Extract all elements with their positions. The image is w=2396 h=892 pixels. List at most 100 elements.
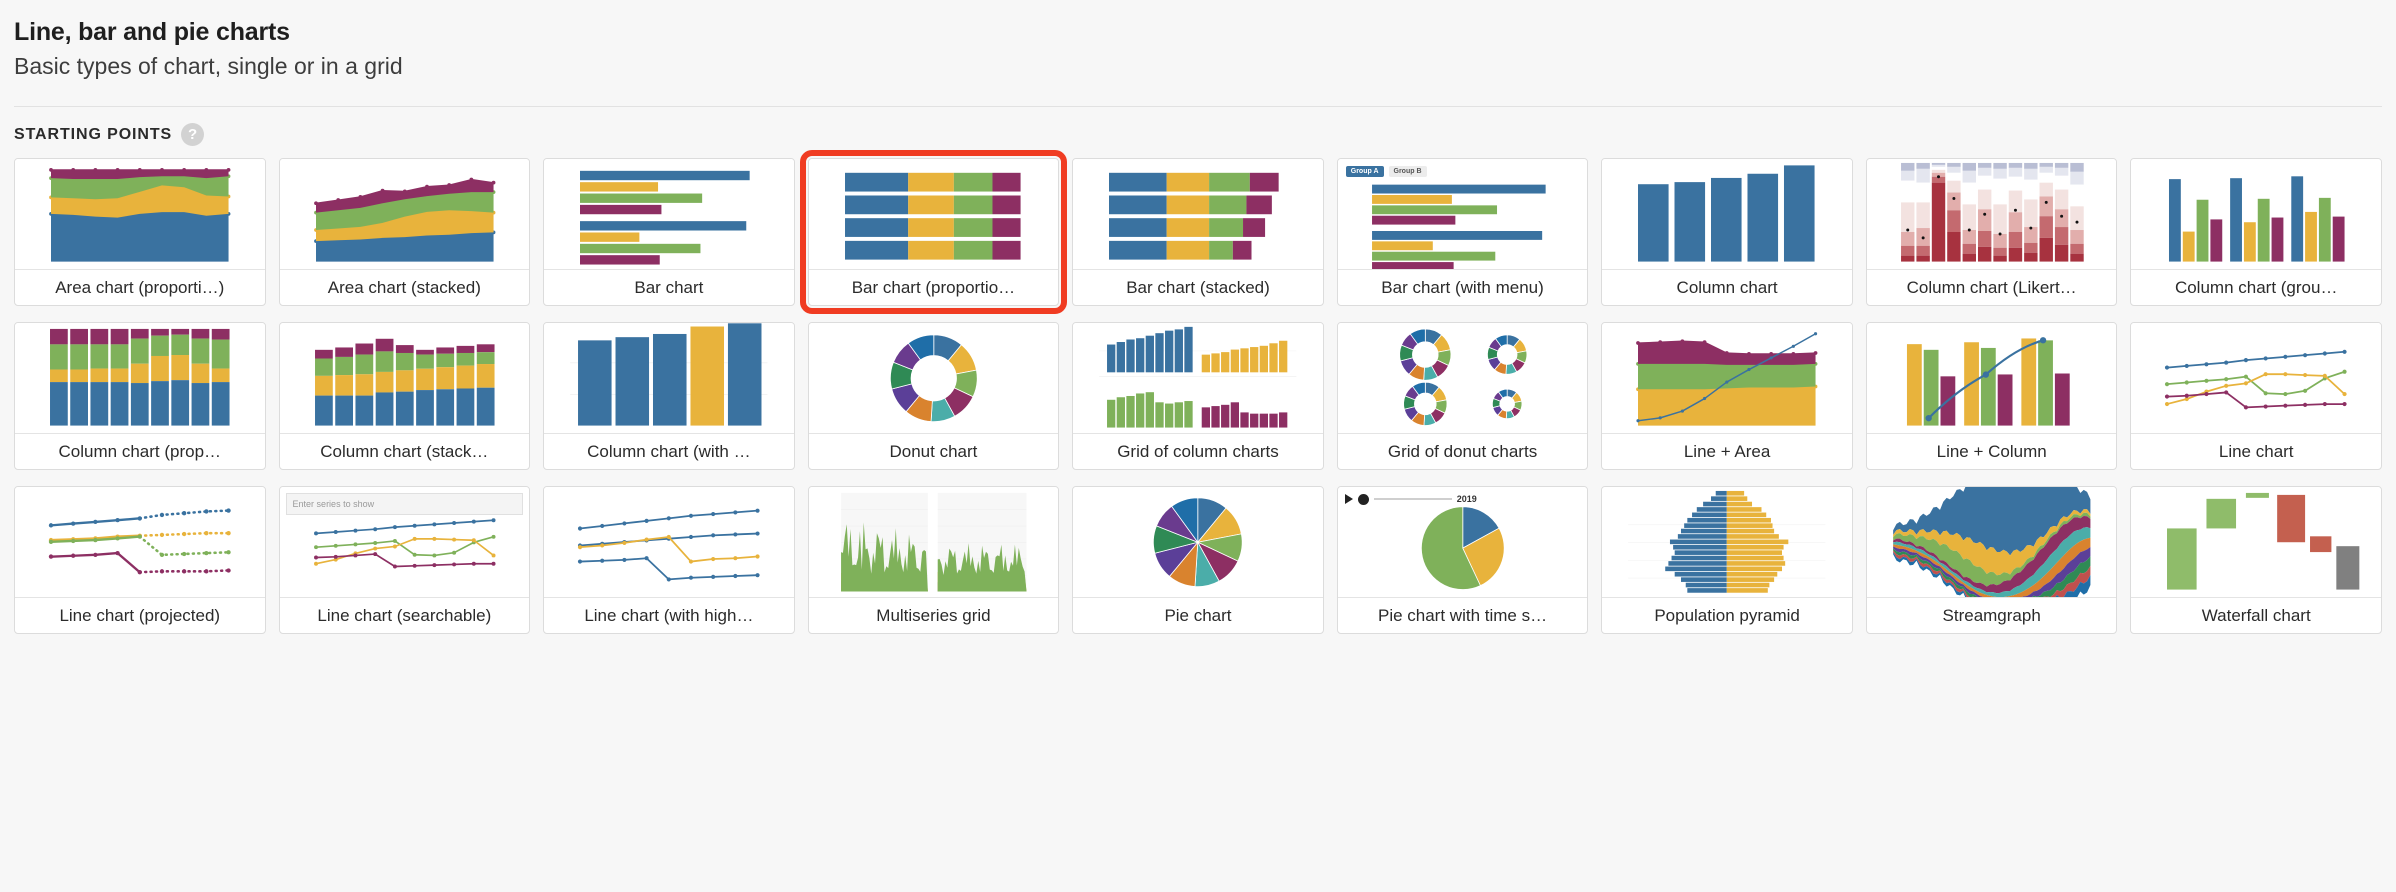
thumbnail-line-area (1602, 323, 1852, 434)
template-card-line-area[interactable]: Line + Area (1601, 322, 1853, 470)
thumbnail-area-stacked (279, 159, 530, 270)
card-label: Bar chart (stacked) (1073, 269, 1323, 305)
template-card-waterfall[interactable]: Waterfall chart (2130, 486, 2382, 634)
page-subtitle: Basic types of chart, single or in a gri… (14, 53, 403, 79)
chart-svg (1900, 162, 2084, 262)
chart-svg (1153, 497, 1243, 587)
card-label: Bar chart (544, 269, 794, 305)
chart-svg (1099, 326, 1297, 428)
chart-svg (1906, 337, 2070, 426)
template-card-column-proportional[interactable]: Column chart (prop… (14, 322, 266, 470)
chart-svg (48, 508, 231, 575)
section-title: STARTING POINTS (14, 125, 173, 143)
template-card-pie-time[interactable]: 2019 Pie chart with time s… (1336, 486, 1589, 634)
card-label: Pie chart with time s… (1337, 597, 1588, 633)
template-card-multiseries-grid[interactable]: Multiseries grid (807, 486, 1060, 634)
chart-svg (844, 172, 1021, 260)
template-card-grid-donuts[interactable]: Grid of donut charts (1336, 322, 1589, 470)
template-card-streamgraph[interactable]: Streamgraph (1865, 486, 2118, 634)
thumbnail-line-searchable: Enter series to show (279, 487, 530, 598)
question-mark-icon[interactable]: ? (181, 123, 205, 146)
template-card-column-likert[interactable]: Column chart (Likert… (1865, 158, 2118, 306)
chart-svg (840, 492, 1027, 592)
slider-handle[interactable] (1357, 493, 1369, 505)
chart-svg (1636, 332, 1818, 426)
thumbnail-line-highlight (544, 487, 794, 598)
thumbnail-grid-donuts (1337, 323, 1588, 434)
chart-svg (2165, 349, 2348, 410)
card-label: Donut chart (808, 433, 1059, 469)
template-card-line-highlight[interactable]: Line chart (with high… (543, 486, 795, 634)
chart-svg (1399, 328, 1528, 426)
series-search-input[interactable]: Enter series to show (285, 493, 524, 515)
chart-menu[interactable]: Group A Group B (1345, 166, 1427, 177)
thumbnail-pie (1073, 487, 1323, 598)
thumbnail-pie-time: 2019 (1337, 487, 1588, 598)
card-label: Column chart (prop… (15, 433, 265, 469)
template-card-pie[interactable]: Pie chart (1072, 486, 1324, 634)
template-card-area-proportional[interactable]: Area chart (proporti…) (14, 158, 266, 306)
template-card-pyramid[interactable]: Population pyramid (1601, 486, 1853, 634)
chart-svg (49, 167, 231, 262)
card-label: Line chart (with high… (544, 597, 794, 633)
thumbnail-waterfall (2131, 487, 2381, 598)
template-card-bar[interactable]: Bar chart (543, 158, 795, 306)
template-card-line-column[interactable]: Line + Column (1865, 322, 2118, 470)
thumbnail-line (2131, 323, 2381, 434)
menu-tab-group-a[interactable]: Group A (1345, 166, 1384, 177)
card-label: Population pyramid (1602, 597, 1852, 633)
thumbnail-column-proportional (15, 323, 265, 434)
thumbnail-line-projected (15, 487, 265, 598)
template-card-bar-proportional[interactable]: Bar chart (proportio… (799, 150, 1068, 314)
thumbnail-grid-columns (1073, 323, 1323, 434)
chart-svg (580, 170, 750, 265)
template-card-line-projected[interactable]: Line chart (projected) (14, 486, 266, 634)
card-label: Grid of donut charts (1337, 433, 1588, 469)
card-label: Line + Column (1866, 433, 2117, 469)
chart-svg (2169, 176, 2345, 262)
chart-svg (2167, 492, 2360, 590)
template-card-column-grouped[interactable]: Column chart (grou… (2130, 158, 2382, 306)
card-label: Bar chart (proportio… (808, 269, 1059, 305)
page-title: Line, bar and pie charts (14, 18, 290, 46)
template-card-bar-menu[interactable]: Group A Group B Bar chart (with menu) (1336, 158, 1589, 306)
card-label: Line chart (searchable) (279, 597, 530, 633)
template-card-donut[interactable]: Donut chart (807, 322, 1060, 470)
page-header: Line, bar and pie charts Basic types of … (0, 0, 2396, 107)
time-slider[interactable]: 2019 (1344, 492, 1578, 506)
template-card-grid-columns[interactable]: Grid of column charts (1072, 322, 1324, 470)
card-label: Column chart (stack… (279, 433, 530, 469)
chart-svg (1109, 172, 1279, 260)
thumbnail-area-proportional (15, 159, 265, 270)
template-card-line[interactable]: Line chart (2130, 322, 2382, 470)
template-card-bar-stacked[interactable]: Bar chart (stacked) (1072, 158, 1324, 306)
menu-tab-group-b[interactable]: Group B (1388, 166, 1427, 177)
card-label: Bar chart (with menu) (1337, 269, 1588, 305)
template-card-column-stacked[interactable]: Column chart (stack… (278, 322, 531, 470)
card-label: Column chart (Likert… (1866, 269, 2117, 305)
thumbnail-column (1602, 159, 1852, 270)
card-label: Waterfall chart (2131, 597, 2381, 633)
chart-svg (578, 508, 760, 582)
thumbnail-bar-stacked (1073, 159, 1323, 270)
thumbnail-bar (544, 159, 794, 270)
template-card-column[interactable]: Column chart (1601, 158, 1853, 306)
template-card-line-searchable[interactable]: Enter series to show Line chart (searchab… (278, 486, 531, 634)
thumbnail-column-highlight (544, 323, 794, 434)
template-card-column-highlight[interactable]: Column chart (with … (543, 322, 795, 470)
slider-year-label: 2019 (1456, 494, 1477, 504)
slider-track[interactable] (1373, 498, 1452, 500)
card-label: Pie chart (1073, 597, 1323, 633)
chart-svg (314, 338, 495, 426)
chart-svg (50, 328, 230, 426)
card-label: Area chart (proporti…) (15, 269, 265, 305)
thumbnail-pyramid (1602, 487, 1852, 598)
card-label: Line + Area (1602, 433, 1852, 469)
card-label: Column chart (grou… (2131, 269, 2381, 305)
thumbnail-column-likert (1866, 159, 2117, 270)
chart-svg (1638, 165, 1815, 262)
template-card-area-stacked[interactable]: Area chart (stacked) (278, 158, 531, 306)
play-icon[interactable] (1344, 494, 1353, 504)
card-label: Line chart (projected) (15, 597, 265, 633)
card-label: Column chart (with … (544, 433, 794, 469)
